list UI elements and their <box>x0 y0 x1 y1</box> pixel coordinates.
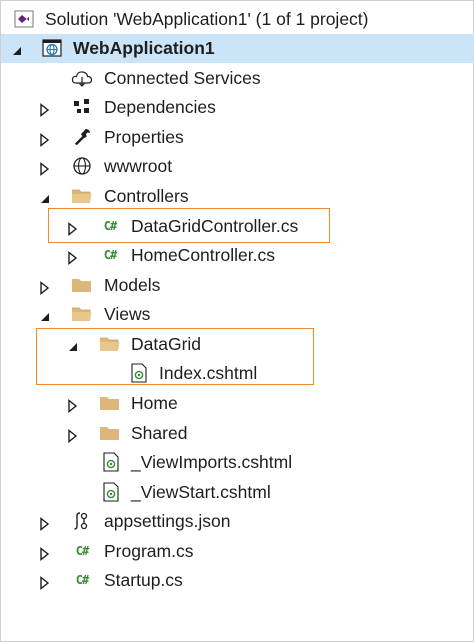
index-cshtml-label: Index.cshtml <box>159 363 258 383</box>
tree-row-solution[interactable]: Solution 'WebApplication1' (1 of 1 proje… <box>1 5 474 34</box>
folder-icon <box>71 274 93 296</box>
wwwroot-label: wwwroot <box>104 156 173 176</box>
tree-row-properties[interactable]: Properties <box>1 123 474 152</box>
datagrid-folder-label: DataGrid <box>131 334 202 354</box>
csharp-file-icon: C# <box>75 544 89 558</box>
csharp-file-icon: C# <box>103 248 117 262</box>
collapse-arrow-icon[interactable] <box>38 308 52 322</box>
expand-arrow-icon[interactable] <box>66 249 80 265</box>
globe-icon <box>71 155 93 177</box>
open-folder-icon <box>71 185 93 207</box>
home-folder-label: Home <box>131 393 178 413</box>
models-label: Models <box>104 275 161 295</box>
tree-row-project[interactable]: WebApplication1 <box>1 34 474 63</box>
expand-arrow-icon[interactable] <box>66 397 80 413</box>
view-imports-label: _ViewImports.cshtml <box>131 452 293 472</box>
solution-label: Solution 'WebApplication1' (1 of 1 proje… <box>45 9 369 29</box>
json-settings-icon <box>71 510 93 532</box>
program-label: Program.cs <box>104 541 194 561</box>
razor-file-icon <box>128 362 150 384</box>
collapse-arrow-icon[interactable] <box>38 190 52 204</box>
tree-row-shared-folder[interactable]: Shared <box>1 419 474 448</box>
wrench-icon <box>71 126 93 148</box>
tree-row-wwwroot[interactable]: wwwroot <box>1 152 474 181</box>
view-start-label: _ViewStart.cshtml <box>131 482 271 502</box>
tree-row-view-imports[interactable]: _ViewImports.cshtml <box>1 448 474 477</box>
folder-icon <box>99 422 121 444</box>
tree-row-datagrid-controller[interactable]: C# DataGridController.cs <box>1 212 474 241</box>
csharp-file-icon: C# <box>103 219 117 233</box>
expand-arrow-icon[interactable] <box>38 131 52 147</box>
expand-arrow-icon[interactable] <box>38 160 52 176</box>
cloud-icon <box>71 67 93 89</box>
tree-row-view-start[interactable]: _ViewStart.cshtml <box>1 478 474 507</box>
tree-row-controllers[interactable]: Controllers <box>1 182 474 211</box>
tree-row-home-folder[interactable]: Home <box>1 389 474 418</box>
tree-row-home-controller[interactable]: C# HomeController.cs <box>1 241 474 270</box>
properties-label: Properties <box>104 127 184 147</box>
controllers-label: Controllers <box>104 186 189 206</box>
startup-label: Startup.cs <box>104 570 183 590</box>
csharp-file-icon: C# <box>75 573 89 587</box>
expand-arrow-icon[interactable] <box>38 574 52 590</box>
open-folder-icon <box>99 333 121 355</box>
tree-row-views[interactable]: Views <box>1 300 474 329</box>
collapse-arrow-icon[interactable] <box>10 42 24 56</box>
views-label: Views <box>104 304 151 324</box>
expand-arrow-icon[interactable] <box>38 279 52 295</box>
tree-row-connected-services[interactable]: Connected Services <box>1 64 474 93</box>
tree-row-appsettings[interactable]: appsettings.json <box>1 507 474 536</box>
tree-row-dependencies[interactable]: Dependencies <box>1 93 474 122</box>
home-controller-label: HomeController.cs <box>131 245 275 265</box>
shared-folder-label: Shared <box>131 423 188 443</box>
tree-row-models[interactable]: Models <box>1 271 474 300</box>
tree-row-datagrid-folder[interactable]: DataGrid <box>1 330 474 359</box>
visual-studio-solution-icon <box>13 8 35 30</box>
razor-file-icon <box>100 481 122 503</box>
dependencies-label: Dependencies <box>104 97 216 117</box>
collapse-arrow-icon[interactable] <box>66 338 80 352</box>
razor-file-icon <box>100 451 122 473</box>
expand-arrow-icon[interactable] <box>38 545 52 561</box>
folder-icon <box>99 392 121 414</box>
tree-row-index-cshtml[interactable]: Index.cshtml <box>1 359 474 388</box>
expand-arrow-icon[interactable] <box>66 427 80 443</box>
project-label: WebApplication1 <box>73 38 215 58</box>
expand-arrow-icon[interactable] <box>38 101 52 117</box>
open-folder-icon <box>71 303 93 325</box>
datagrid-controller-label: DataGridController.cs <box>131 216 299 236</box>
web-project-icon <box>41 37 63 59</box>
expand-arrow-icon[interactable] <box>66 220 80 236</box>
appsettings-label: appsettings.json <box>104 511 231 531</box>
dependencies-icon <box>71 96 93 118</box>
expand-arrow-icon[interactable] <box>38 515 52 531</box>
connected-services-label: Connected Services <box>104 68 261 88</box>
tree-row-startup[interactable]: C# Startup.cs <box>1 566 474 595</box>
solution-explorer-panel: Solution 'WebApplication1' (1 of 1 proje… <box>0 0 474 642</box>
tree-row-program[interactable]: C# Program.cs <box>1 537 474 566</box>
